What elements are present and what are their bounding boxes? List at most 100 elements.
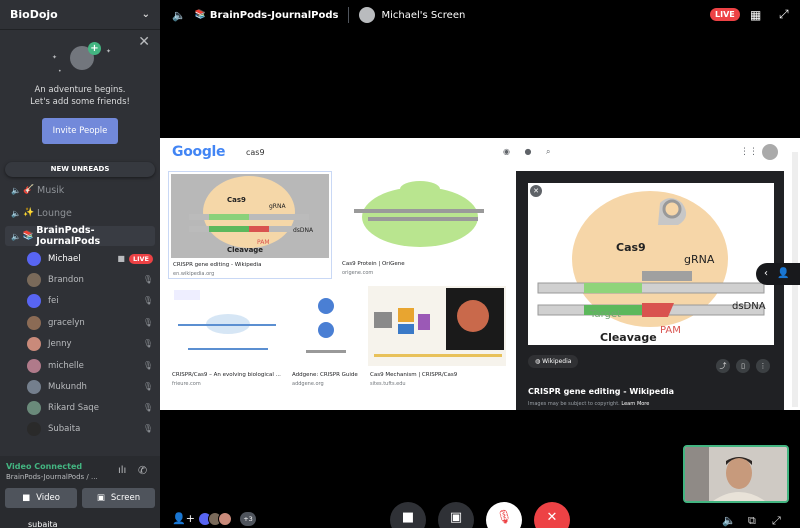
camera-feed-image (685, 447, 787, 501)
avatar (359, 7, 376, 23)
bookmark-icon[interactable]: ▯ (736, 359, 750, 373)
chevron-down-icon[interactable]: ⌄ (142, 9, 150, 20)
screen-share-button[interactable]: ▣ Screen (82, 488, 155, 508)
current-user-name: subaita (28, 520, 58, 528)
result-caption[interactable]: CRISPR/Cas9 – An evolving biological ... (172, 372, 281, 378)
fullscreen-icon[interactable]: ⤢ (772, 514, 781, 528)
self-camera-view[interactable] (683, 445, 789, 503)
user-name: gracelyn (48, 317, 85, 328)
voice-user-mukundh[interactable]: Mukundh 🎙 (27, 376, 155, 397)
voice-user-michael[interactable]: Michael ■ LIVE (27, 248, 155, 269)
add-person-icon[interactable]: 👤+ (172, 512, 195, 525)
camera-toggle-button[interactable]: ■ (390, 502, 426, 528)
screen-title: Michael's Screen (381, 9, 466, 21)
new-unreads-pill[interactable]: NEW UNREADS (5, 162, 155, 177)
mic-muted-icon: 🎙 (142, 403, 154, 412)
divider (348, 7, 350, 23)
volume-icon[interactable]: 🔈 (722, 514, 736, 527)
result-caption[interactable]: Addgene: CRISPR Guide (292, 372, 358, 378)
preview-image[interactable]: Cas9 gRNA Target dsDNA PAM Cleavage (528, 183, 774, 345)
diagram-pam-label: PAM (660, 325, 681, 336)
mic-muted-icon: 🎙 (142, 361, 154, 370)
more-participants-badge[interactable]: +3 (240, 512, 256, 526)
voice-user-brandon[interactable]: Brandon 🎙 (27, 269, 155, 290)
user-name: Rikard Saqe (48, 402, 99, 413)
popout-icon[interactable]: ⧉ (748, 514, 756, 528)
share-icon[interactable]: ⤴ (716, 359, 730, 373)
connection-status: Video Connected (6, 462, 83, 471)
live-badge: LIVE (128, 253, 153, 264)
channel-lounge[interactable]: 🔈 ✨ Lounge (5, 203, 155, 223)
learn-more-link[interactable]: Learn More (621, 401, 649, 407)
call-controls: 👤+ +3 ■ ▣ 🎙 ✕ 🔈 ⧉ ⤢ (160, 502, 800, 528)
video-button[interactable]: ■ Video (5, 488, 77, 508)
image-result-5[interactable]: Cas9 Mechanism | CRISPR/Cas9 sites.tufts… (368, 284, 508, 392)
avatar (27, 400, 41, 415)
image-result-2[interactable]: Cas9 Protein | OriGene origene.com (340, 171, 500, 279)
grid-layout-icon[interactable]: ▦ (750, 8, 761, 22)
user-name: Michael (48, 253, 81, 264)
discord-app: BioDojo ⌄ ✕ ✦ ✦ • + An adventure begins.… (0, 0, 800, 528)
leave-call-button[interactable]: ✕ (534, 502, 570, 528)
wikipedia-chip[interactable]: ◍ Wikipedia (528, 355, 579, 368)
avatar (27, 315, 41, 330)
crispr-evolving-thumb (174, 290, 276, 350)
server-name: BioDojo (10, 8, 58, 21)
avatar (27, 293, 41, 308)
noise-suppression-icon[interactable]: ılı (118, 465, 126, 476)
diagram-dsdna-label: dsDNA (732, 301, 766, 312)
prompt-line-1: An adventure begins. (34, 85, 126, 95)
user-name: michelle (48, 360, 84, 371)
avatar (27, 421, 41, 436)
result-caption[interactable]: CRISPR gene editing - Wikipedia (173, 262, 262, 268)
member-list-toggle[interactable]: ‹ 👤 (756, 263, 800, 285)
wiki-chip-label: Wikipedia (542, 358, 572, 365)
screen-share-stream[interactable]: Google cas9 ◉ ● ⌕ ⋮⋮ Cas9 gRNA dsDNA PAM… (160, 138, 800, 410)
close-icon[interactable]: ✕ (530, 185, 542, 197)
screen-share-toggle-button[interactable]: ▣ (438, 502, 474, 528)
mute-toggle-button[interactable]: 🎙 (486, 502, 522, 528)
image-result-4[interactable]: Addgene: CRISPR Guide addgene.org (292, 284, 362, 392)
voice-user-michelle[interactable]: michelle 🎙 (27, 355, 155, 376)
voice-user-fei[interactable]: fei 🎙 (27, 290, 155, 311)
result-source: origene.com (342, 270, 374, 276)
mic-muted-icon: 🎙 (142, 382, 154, 391)
fullscreen-icon[interactable]: ⤢ (779, 7, 789, 22)
voice-user-rikard[interactable]: Rikard Saqe 🎙 (27, 397, 155, 418)
channel-emoji: 📚 (194, 10, 206, 20)
voice-user-subaita[interactable]: Subaita 🎙 (27, 418, 155, 439)
image-preview-panel: ✕ Cas9 gRNA Target dsDNA PAM Cleavage ◍ … (516, 171, 784, 410)
image-result-3[interactable]: CRISPR/Cas9 – An evolving biological ...… (168, 284, 286, 392)
result-source: en.wikipedia.org (173, 271, 215, 277)
avatar[interactable] (762, 144, 778, 160)
result-source: sites.tufts.edu (370, 381, 406, 387)
result-caption[interactable]: Cas9 Protein | OriGene (342, 261, 405, 267)
channel-name: Lounge (37, 207, 72, 219)
channel-emoji: 📚 (22, 231, 34, 241)
google-logo: Google (172, 144, 226, 160)
preview-title[interactable]: CRISPR gene editing - Wikipedia (528, 387, 674, 396)
speaker-icon: 🔈 (11, 208, 21, 218)
channel-musik[interactable]: 🔈 🎸 Musik (5, 180, 155, 200)
apps-grid-icon[interactable]: ⋮⋮ (740, 147, 758, 157)
server-header[interactable]: BioDojo ⌄ (0, 0, 160, 30)
voice-connection-panel: Video Connected BrainPods-JournalPods / … (0, 456, 160, 528)
search-icon[interactable]: ◉ ● ⌕ (503, 147, 557, 157)
video-camera-icon: ■ (117, 254, 125, 263)
invite-people-button[interactable]: Invite People (41, 118, 119, 144)
close-icon[interactable]: ✕ (138, 34, 150, 50)
mic-muted-icon: 🎙 (495, 510, 513, 525)
avatar (27, 336, 41, 351)
image-result-1[interactable]: Cas9 gRNA dsDNA PAM Cleavage CRISPR gene… (168, 171, 332, 279)
participant-avatars[interactable] (198, 512, 232, 526)
disconnect-icon[interactable]: ✆ (138, 464, 147, 477)
more-options-icon[interactable]: ⋮ (756, 359, 770, 373)
addgene-guide-thumb (306, 298, 346, 353)
result-caption[interactable]: Cas9 Mechanism | CRISPR/Cas9 (370, 372, 457, 378)
channel-name: Musik (37, 184, 65, 196)
video-button-label: Video (36, 493, 60, 503)
channel-brainpods[interactable]: 🔈 📚 BrainPods-JournalPods (5, 225, 155, 247)
voice-user-gracelyn[interactable]: gracelyn 🎙 (27, 312, 155, 333)
channel-emoji: ✨ (23, 208, 35, 218)
voice-user-jenny[interactable]: Jenny 🎙 (27, 333, 155, 354)
